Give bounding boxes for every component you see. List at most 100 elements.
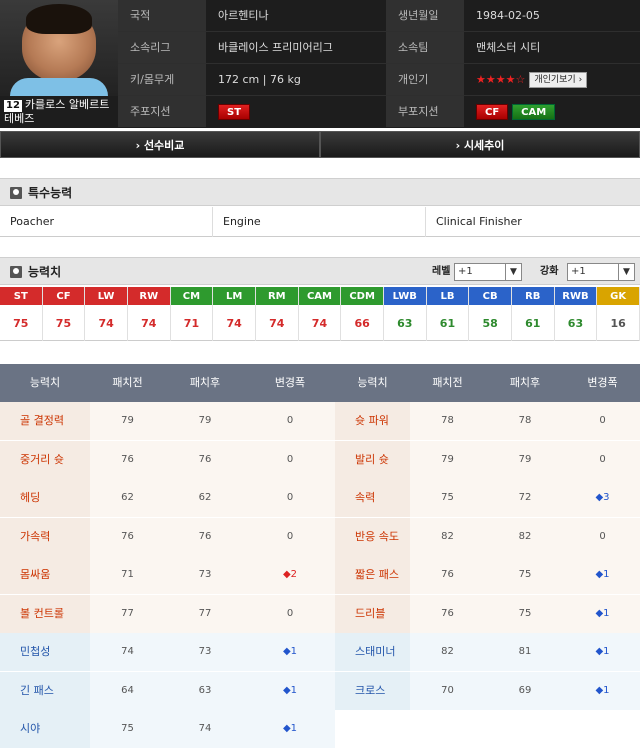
stat-change: 0 — [245, 440, 335, 479]
position-rating: 74 — [98, 317, 114, 330]
position-rating: 61 — [439, 317, 456, 330]
stat-change: 0 — [245, 594, 335, 633]
stat-change-value: ◆1 — [595, 646, 610, 657]
stat-change-value: ◆2 — [282, 569, 298, 580]
stat-before: 82 — [410, 517, 485, 556]
stat-change: 0 — [245, 402, 335, 440]
compare-player-button[interactable]: › 선수비교 — [0, 131, 320, 158]
stat-after: 81 — [485, 633, 565, 671]
stat-after: 62 — [165, 479, 245, 517]
stat-before: 77 — [90, 594, 165, 633]
position-cell: RM 74 — [255, 287, 299, 341]
info-value: ★★★★☆ 개인기보기 › — [464, 64, 640, 95]
section-icon — [10, 187, 22, 199]
position-cell: LB 61 — [426, 287, 470, 341]
info-label: 생년월일 — [386, 0, 464, 31]
position-rating: 16 — [610, 317, 626, 330]
position-cell: RW 74 — [127, 287, 171, 341]
stat-name: 드리블 — [335, 594, 410, 633]
stat-change-value: 0 — [599, 530, 606, 542]
stat-before: 79 — [90, 402, 165, 440]
stat-change-value: 0 — [286, 530, 294, 542]
stat-before: 76 — [410, 594, 485, 633]
trait-item: Poacher — [0, 207, 213, 237]
stat-change-value: ◆1 — [282, 723, 298, 734]
stat-change-value: 0 — [286, 415, 294, 426]
stat-after: 78 — [485, 402, 565, 440]
stat-after: 75 — [485, 594, 565, 633]
trait-item: Engine — [213, 207, 426, 237]
stat-after: 76 — [165, 440, 245, 479]
stat-change: ◆1 — [565, 556, 640, 594]
stat-name: 민첩성 — [0, 633, 90, 671]
stat-change: ◆2 — [245, 556, 335, 594]
position-label: LB — [426, 287, 469, 306]
column-header: 패치후 — [165, 364, 245, 402]
stat-change: 0 — [565, 517, 640, 556]
stat-name: 짧은 패스 — [335, 556, 410, 594]
enhance-value: +1 — [571, 266, 586, 277]
position-rating: 74 — [269, 317, 285, 330]
position-rating: 58 — [482, 317, 498, 330]
position-label: RM — [255, 287, 298, 306]
level-value: +1 — [458, 266, 473, 277]
stat-name: 중거리 슛 — [0, 440, 90, 479]
stat-after: 73 — [165, 633, 245, 671]
stat-before: 64 — [90, 671, 165, 710]
position-label: GK — [597, 287, 639, 306]
skill-view-button[interactable]: 개인기보기 › — [529, 72, 588, 88]
stat-change-value: 0 — [286, 492, 294, 503]
position-cell: CDM 66 — [341, 287, 384, 341]
position-rating: 71 — [183, 317, 200, 330]
enhance-select[interactable]: +1 ▼ — [567, 263, 635, 281]
column-header: 변경폭 — [565, 364, 640, 402]
chevron-down-icon: ▼ — [505, 264, 521, 280]
stat-after: 75 — [485, 556, 565, 594]
position-rating: 75 — [13, 317, 29, 330]
stat-after: 63 — [165, 671, 245, 710]
sub-position-badge: CAM — [512, 104, 556, 120]
column-header: 패치후 — [485, 364, 565, 402]
price-trend-button[interactable]: › 시세추이 — [320, 131, 640, 158]
stat-before: 75 — [410, 479, 485, 517]
stat-after: 72 — [485, 479, 565, 517]
stat-change-value: ◆1 — [595, 569, 610, 580]
position-rating: 74 — [141, 317, 157, 330]
stat-change-value: ◆1 — [282, 684, 298, 696]
stat-name: 반응 속도 — [335, 517, 410, 556]
stat-before: 76 — [90, 517, 165, 556]
trait-item: Clinical Finisher — [436, 215, 522, 228]
position-cell: CB 58 — [469, 287, 512, 341]
position-ratings: ST 75 CF 75 LW 74 RW 74 CM 71 LM 74 RM 74 CAM 74 CDM 66 LW… — [0, 287, 640, 341]
position-label: CAM — [298, 287, 341, 306]
sub-position-badge: CF — [476, 104, 509, 120]
position-label: CF — [42, 287, 85, 306]
position-rating: 74 — [226, 317, 242, 330]
stat-before: 79 — [410, 440, 485, 479]
player-name-box: 12 카를로스 알베르트 테베즈 — [0, 96, 118, 128]
player-number: 12 — [4, 100, 22, 112]
stat-change-value: 0 — [286, 607, 294, 619]
position-label: RB — [511, 287, 554, 306]
info-label: 개인기 — [386, 64, 464, 95]
stat-name: 가속력 — [0, 517, 90, 556]
stat-after: 82 — [485, 517, 565, 556]
stat-change: ◆1 — [565, 633, 640, 671]
stat-change-value: 0 — [599, 453, 606, 465]
stat-before: 74 — [90, 633, 165, 671]
stat-change: ◆1 — [245, 710, 335, 748]
position-cell: LWB 63 — [383, 287, 427, 341]
stat-before: 75 — [90, 710, 165, 748]
info-row-nationality: 국적 아르헨티나 생년월일 1984-02-05 — [118, 0, 640, 32]
stat-change: 0 — [245, 517, 335, 556]
stat-name: 골 결정력 — [0, 402, 90, 440]
position-cell: CF 75 — [42, 287, 86, 341]
stat-change: ◆1 — [565, 671, 640, 710]
position-cell: LM 74 — [213, 287, 256, 341]
section-title: 특수능력 — [28, 186, 73, 200]
stat-change-value: 0 — [599, 415, 606, 426]
player-photo — [0, 0, 118, 96]
stat-name: 스태미너 — [335, 633, 410, 671]
stat-name: 볼 컨트롤 — [0, 594, 90, 633]
level-select[interactable]: +1 ▼ — [454, 263, 522, 281]
